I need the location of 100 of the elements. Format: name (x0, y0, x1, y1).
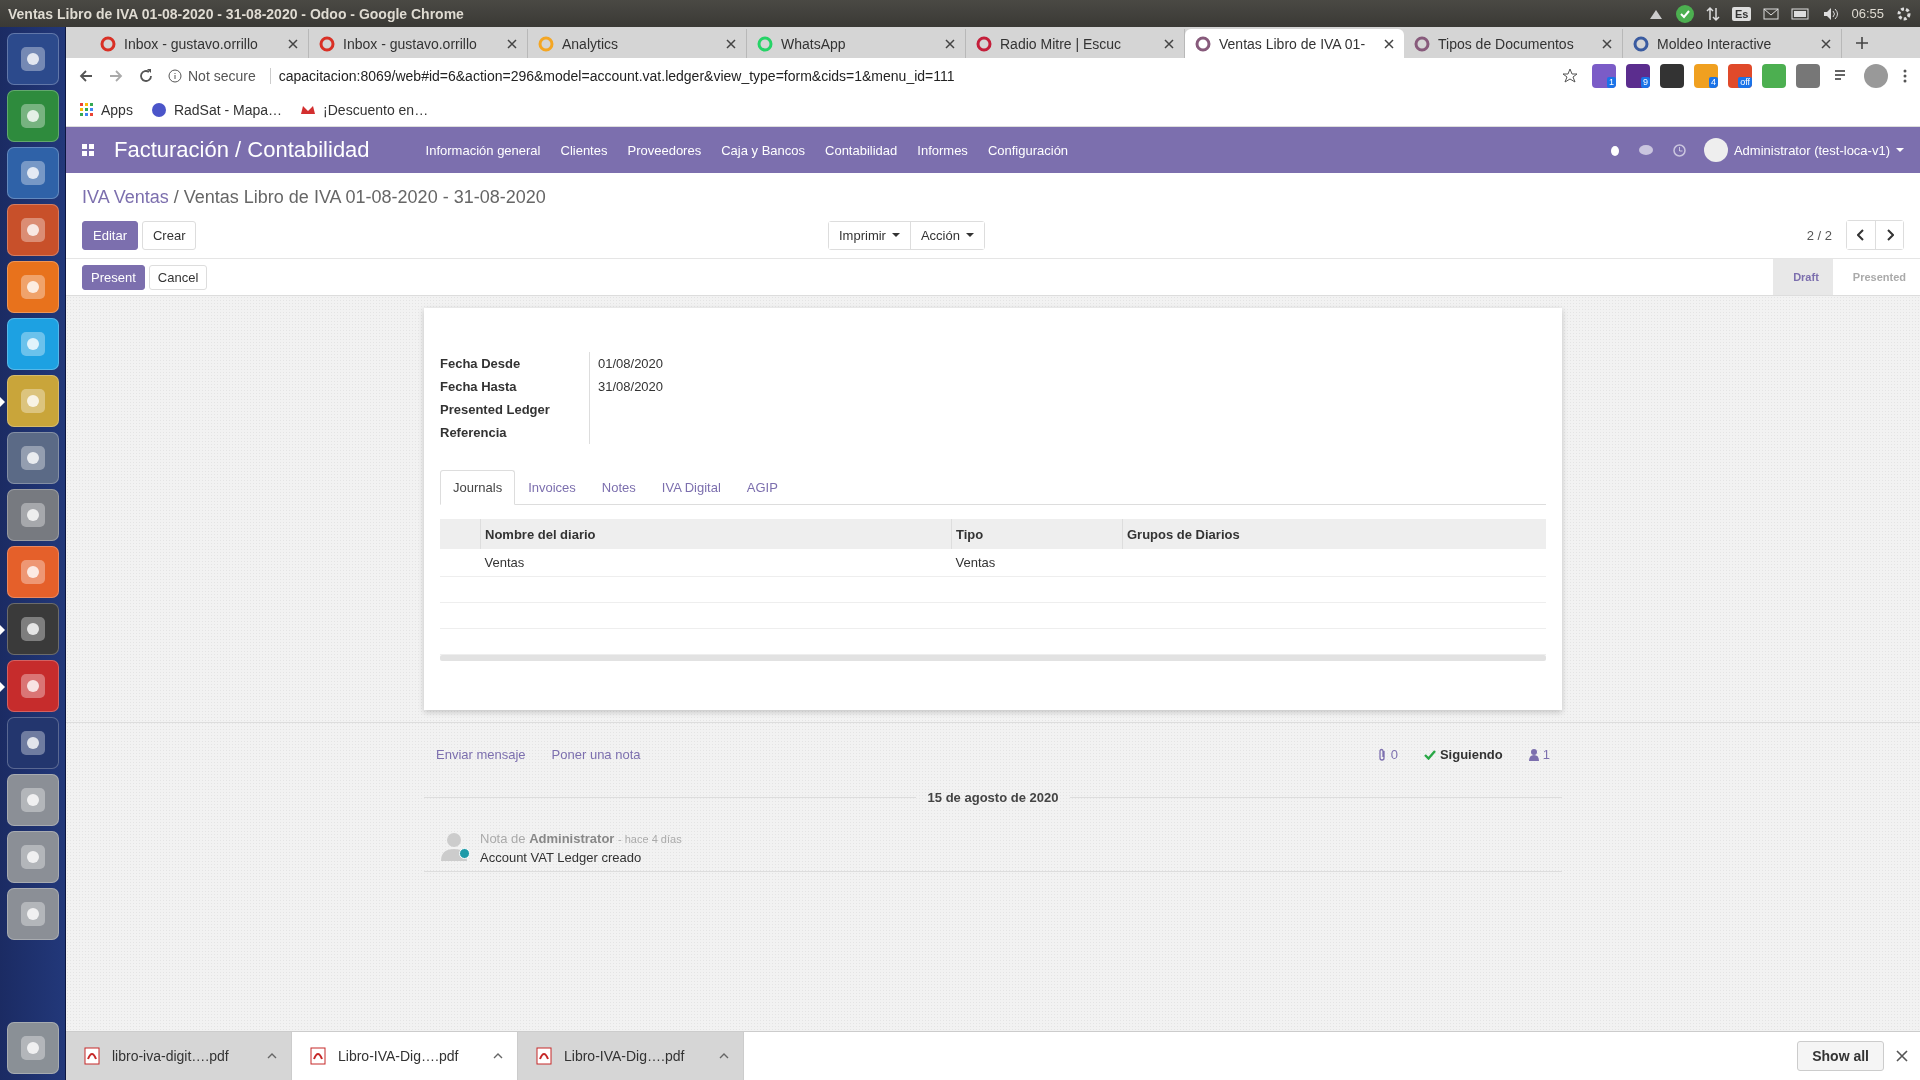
send-message-link[interactable]: Enviar mensaje (436, 747, 526, 762)
status-stage[interactable]: Draft (1773, 259, 1833, 295)
bookmark[interactable]: Apps (80, 102, 133, 118)
breadcrumb-separator: / (173, 187, 179, 207)
close-icon[interactable] (507, 38, 517, 49)
message-body: Account VAT Ledger creado (480, 850, 643, 865)
apps-menu-icon[interactable] (82, 144, 94, 156)
following-button[interactable]: Siguiendo (1439, 747, 1503, 762)
bookmark[interactable]: RadSat - Mapa… (150, 102, 283, 118)
breadcrumb-link[interactable]: IVA Ventas (82, 187, 169, 207)
battery-icon[interactable] (1791, 7, 1812, 20)
action-button[interactable]: Crear (141, 220, 197, 250)
window-title: Ventas Libro de IVA 01-08-2020 - 31-08-2020 - Odoo - Google Chrome (8, 5, 465, 22)
form-tab[interactable]: Notes (588, 470, 649, 505)
show-all-button[interactable]: Show all (1797, 1041, 1884, 1071)
record-title: Ventas Libro de IVA 01-08-2020 - 31-08-2020 (183, 187, 546, 207)
follower-count[interactable]: 1 (1542, 747, 1550, 762)
attachment-count[interactable]: 0 (1390, 747, 1398, 762)
back-icon[interactable] (78, 68, 94, 84)
apps-grid-icon (80, 103, 94, 117)
log-note-link[interactable]: Poner una nota (551, 747, 641, 762)
caret-icon[interactable] (719, 1053, 729, 1059)
user-menu[interactable]: Administrator (test-loca-v1) (1703, 138, 1904, 162)
check-icon[interactable] (1676, 4, 1694, 23)
status-action-button[interactable]: Cancel (148, 264, 208, 290)
extension-icon[interactable]: 9 (1626, 64, 1650, 88)
chat-icon[interactable] (1638, 143, 1655, 157)
table-cell: Ventas (951, 549, 1123, 577)
column-header[interactable]: Tipo (951, 519, 1123, 549)
form-tab[interactable]: Journals (440, 470, 516, 505)
menu-item[interactable]: Contabilidad (825, 142, 898, 158)
url-field[interactable]: capacitacion:8069/web#id=6&action=296&model=account.vat.ledger&view_type=form&cids=1&menu_id=111 (269, 68, 1548, 84)
app-title[interactable]: Facturación / Contabilidad (114, 137, 370, 163)
pdf-file-icon (84, 1047, 100, 1065)
site-icon (319, 35, 335, 52)
settings-icon[interactable] (1896, 5, 1912, 22)
close-icon[interactable] (726, 38, 736, 49)
download-item[interactable]: Libro-IVA-Dig….pdf (518, 1032, 744, 1080)
menu-item[interactable]: Clientes (560, 142, 608, 158)
menu-item[interactable]: Proveedores (627, 142, 702, 158)
field-value[interactable]: 31/08/2020 (590, 375, 1040, 398)
site-icon (100, 35, 116, 52)
clock[interactable]: 06:55 (1851, 6, 1884, 21)
column-header[interactable]: Grupos de Diarios (1122, 519, 1546, 549)
site-icon (1414, 35, 1430, 52)
volume-icon[interactable] (1823, 6, 1840, 21)
check-icon (1423, 749, 1436, 760)
close-icon[interactable] (945, 38, 955, 49)
form-tab[interactable]: AGIP (733, 470, 791, 505)
bookmark[interactable]: ¡Descuento en… (300, 102, 429, 118)
site-icon (1195, 35, 1211, 52)
site-icon (1633, 35, 1649, 52)
next-button[interactable] (1875, 221, 1903, 249)
close-icon[interactable] (288, 38, 298, 49)
menu-item[interactable]: Caja y Bancos (721, 142, 805, 158)
keyboard-layout[interactable]: Es (1732, 6, 1752, 21)
site-icon (538, 35, 554, 52)
status-action-button[interactable]: Present (82, 264, 145, 290)
download-item[interactable]: libro-iva-digit….pdf (66, 1032, 292, 1080)
caret-icon[interactable] (267, 1053, 277, 1059)
mail-icon[interactable] (1763, 7, 1780, 20)
paperclip-icon[interactable] (1376, 748, 1387, 761)
pdf-file-icon (536, 1047, 552, 1065)
menu-item[interactable]: Configuración (987, 142, 1069, 158)
date-separator: 15 de agosto de 2020 (927, 790, 1059, 805)
form-tab[interactable]: Invoices (515, 470, 589, 505)
field-value[interactable]: 01/08/2020 (590, 352, 1040, 375)
browser-tab[interactable]: Ventas Libro de IVA 01- (1185, 29, 1404, 58)
menu-item[interactable]: Informes (917, 142, 968, 158)
extension-icon[interactable]: 1 (1592, 64, 1616, 88)
site-icon (976, 35, 992, 52)
menu-icon[interactable] (1902, 68, 1908, 84)
form-tab[interactable]: IVA Digital (648, 470, 734, 505)
close-icon[interactable] (1821, 38, 1831, 49)
scrollbar[interactable] (440, 655, 1546, 661)
close-icon[interactable] (1602, 38, 1612, 49)
transfer-arrows-icon[interactable] (1706, 5, 1720, 22)
reload-icon[interactable] (138, 68, 154, 84)
close-icon[interactable] (1896, 1050, 1908, 1062)
field-label: Fecha Hasta (440, 375, 590, 398)
pager-value[interactable]: 2 / 2 (1806, 227, 1832, 243)
star-icon[interactable] (1562, 68, 1578, 84)
security-indicator[interactable]: Not secure (168, 68, 256, 84)
person-icon[interactable] (1528, 748, 1539, 761)
close-icon[interactable] (1384, 38, 1394, 49)
clock-icon[interactable] (1672, 143, 1686, 157)
action-button[interactable]: Editar (82, 220, 138, 250)
extension-icon[interactable]: off (1728, 64, 1752, 88)
table-cell: Ventas (480, 549, 952, 577)
chevron-left-icon (1857, 229, 1865, 241)
column-header[interactable]: Nombre del diario (480, 519, 952, 549)
extension-icon[interactable] (1660, 64, 1684, 88)
field-label: Fecha Desde (440, 352, 590, 375)
menu-item[interactable]: Información general (425, 142, 541, 158)
extension-icon[interactable]: 4 (1694, 64, 1718, 88)
dropdown-button[interactable]: Acción (909, 221, 984, 249)
caret-icon[interactable] (493, 1053, 503, 1059)
profile-avatar[interactable] (1864, 64, 1888, 88)
close-icon[interactable] (1164, 38, 1174, 49)
crown-icon (300, 104, 317, 116)
